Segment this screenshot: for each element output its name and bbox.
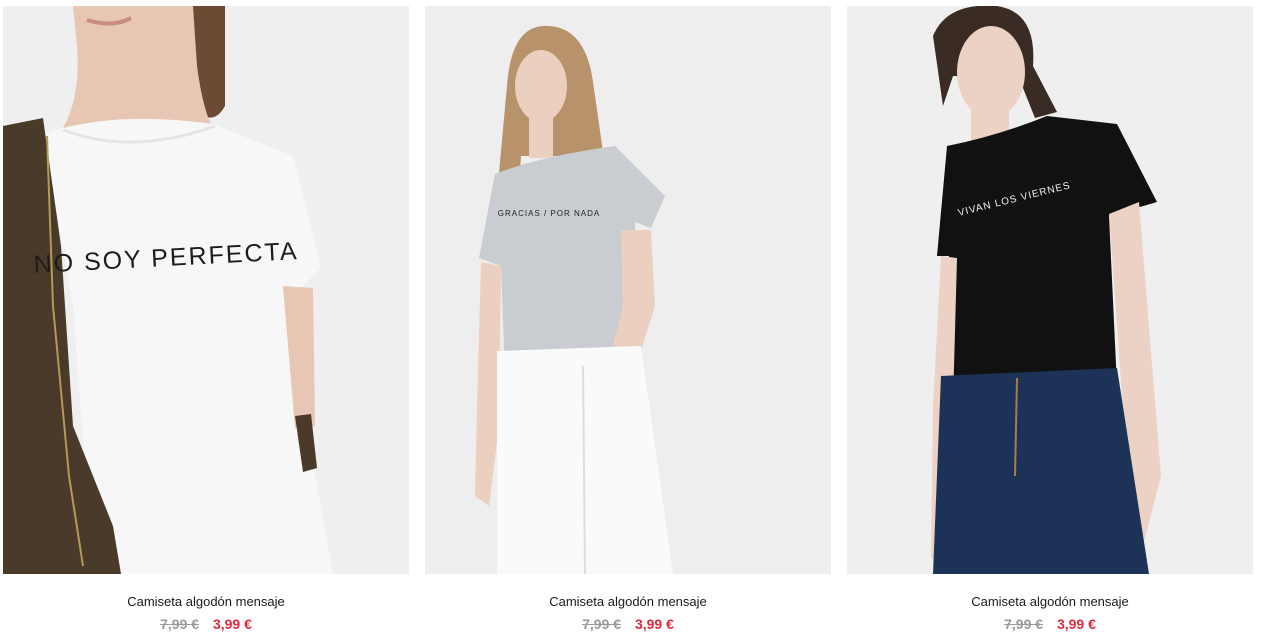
product-name[interactable]: Camiseta algodón mensaje xyxy=(425,594,831,609)
product-image[interactable]: VIVAN LOS VIERNES xyxy=(847,6,1253,574)
product-card[interactable]: GRACIAS / POR NADA Camiseta algodón mens… xyxy=(425,6,831,637)
product-prices: 7,99 € 3,99 € xyxy=(425,616,831,632)
product-card[interactable]: NO SOY PERFECTA Camiseta algodón mensaje… xyxy=(3,6,409,637)
product-card[interactable]: VIVAN LOS VIERNES Camiseta algodón mensa… xyxy=(847,6,1253,637)
product-image[interactable]: GRACIAS / POR NADA xyxy=(425,6,831,574)
product-image[interactable]: NO SOY PERFECTA xyxy=(3,6,409,574)
sale-price: 3,99 € xyxy=(1056,616,1096,632)
product-name[interactable]: Camiseta algodón mensaje xyxy=(847,594,1253,609)
old-price: 7,99 € xyxy=(582,616,622,632)
product-prices: 7,99 € 3,99 € xyxy=(847,616,1253,632)
sale-price: 3,99 € xyxy=(212,616,252,632)
sale-price: 3,99 € xyxy=(634,616,674,632)
old-price: 7,99 € xyxy=(160,616,200,632)
product-name[interactable]: Camiseta algodón mensaje xyxy=(3,594,409,609)
old-price: 7,99 € xyxy=(1004,616,1044,632)
product-print-text: GRACIAS / POR NADA xyxy=(498,209,600,218)
product-grid: NO SOY PERFECTA Camiseta algodón mensaje… xyxy=(0,0,1266,637)
product-prices: 7,99 € 3,99 € xyxy=(3,616,409,632)
